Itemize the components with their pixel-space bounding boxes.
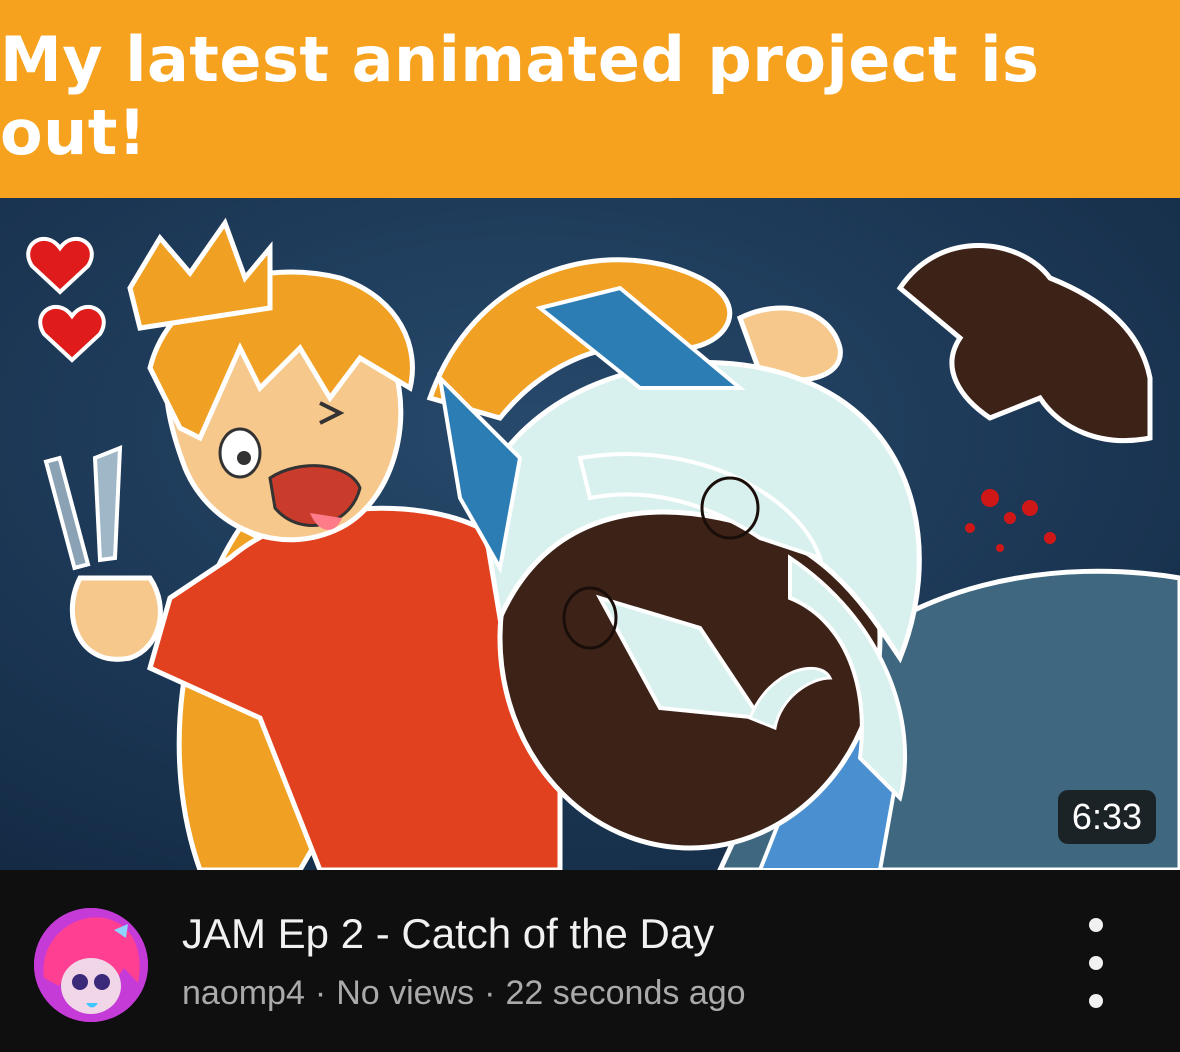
upload-age: 22 seconds ago xyxy=(505,974,746,1012)
view-count: No views xyxy=(336,974,475,1012)
video-title[interactable]: JAM Ep 2 - Catch of the Day xyxy=(182,910,714,958)
promo-banner: My latest animated project is out! xyxy=(0,0,1180,198)
video-thumbnail[interactable]: 6:33 xyxy=(0,198,1180,870)
meta-separator: · xyxy=(484,974,496,1012)
more-dot xyxy=(1089,918,1103,932)
video-duration-badge: 6:33 xyxy=(1057,790,1156,844)
channel-avatar[interactable] xyxy=(34,908,148,1022)
avatar-illustration xyxy=(34,908,148,1022)
more-dot xyxy=(1089,956,1103,970)
more-vert-icon[interactable] xyxy=(1082,918,1110,1008)
channel-name[interactable]: naomp4 xyxy=(182,974,305,1012)
banner-text: My latest animated project is out! xyxy=(0,23,1040,169)
video-info-row[interactable]: JAM Ep 2 - Catch of the Day naomp4 · No vi… xyxy=(0,870,1180,1052)
more-dot xyxy=(1089,994,1103,1008)
thumbnail-illustration xyxy=(0,198,1180,870)
meta-separator: · xyxy=(314,974,327,1012)
video-meta: naomp4 · No views · 22 seconds ago xyxy=(182,974,746,1013)
